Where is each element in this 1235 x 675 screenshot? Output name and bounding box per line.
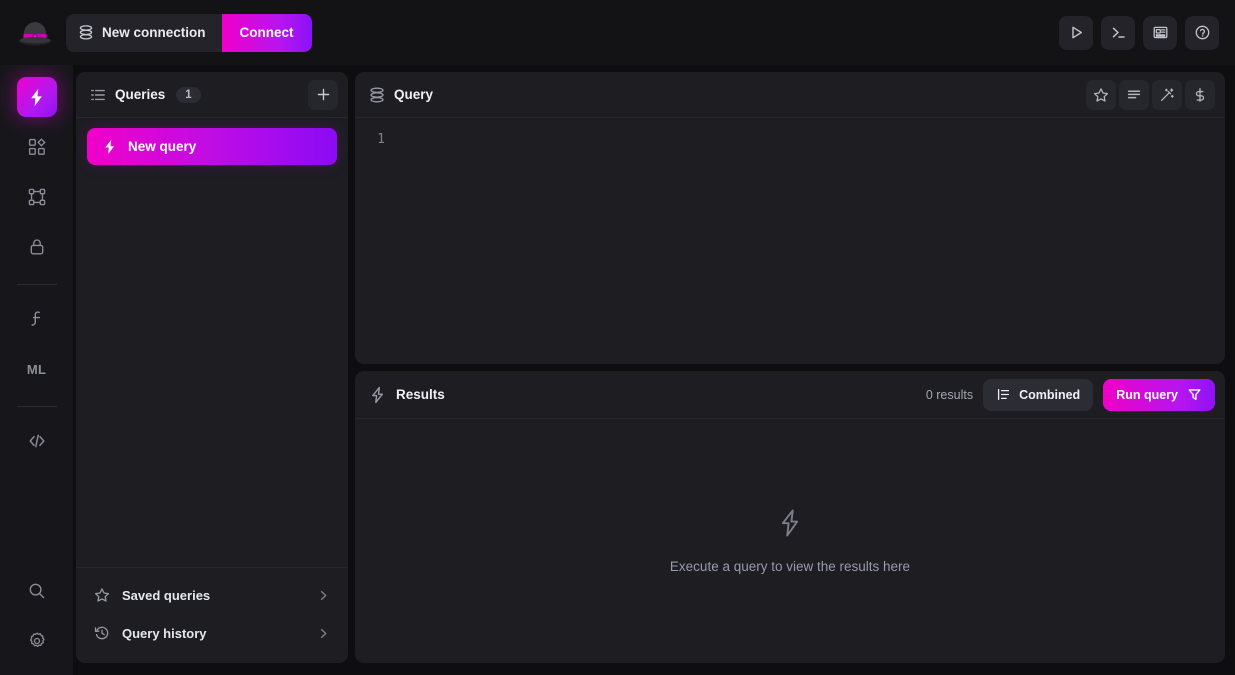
saved-queries-label: Saved queries [122, 587, 211, 603]
query-toolbar [1086, 79, 1215, 110]
queries-list: New query [76, 118, 348, 567]
format-lines-button[interactable] [1119, 79, 1149, 110]
app-body: ML Queries 1 New query Saved queries Que… [0, 65, 1235, 675]
terminal-icon[interactable] [1101, 15, 1135, 50]
bowler-hat-logo[interactable] [12, 11, 58, 55]
editor-line-number: 1 [377, 132, 385, 147]
combined-button[interactable]: Combined [983, 378, 1094, 411]
help-icon[interactable] [1185, 15, 1219, 50]
sidebar-item-settings[interactable] [17, 621, 57, 661]
run-icon[interactable] [1059, 15, 1093, 50]
queries-title: Queries [115, 87, 166, 102]
query-panel-header: Query [355, 72, 1225, 118]
new-connection-button[interactable]: New connection [66, 13, 222, 52]
queries-footer: Saved queries Query history [76, 567, 348, 663]
connection-label: New connection [102, 25, 206, 40]
top-bar-actions [1059, 15, 1219, 50]
magic-wand-button[interactable] [1152, 79, 1182, 110]
query-panel: Query 1 [355, 72, 1225, 364]
run-query-label: Run query [1116, 387, 1178, 402]
database-icon [79, 25, 93, 40]
lightning-icon [777, 508, 803, 543]
rail-divider-2 [16, 406, 57, 407]
run-query-button[interactable]: Run query [1103, 378, 1215, 411]
star-icon [94, 587, 110, 603]
query-history-label: Query history [122, 625, 207, 641]
list-indent-icon [996, 387, 1011, 402]
add-query-button[interactable] [308, 79, 338, 110]
save-star-button[interactable] [1086, 79, 1116, 110]
combined-label: Combined [1019, 387, 1081, 402]
results-count: 0 results [925, 387, 974, 402]
top-bar: New connection Connect [0, 0, 1235, 65]
saved-queries-row[interactable]: Saved queries [87, 576, 337, 614]
connection-pill[interactable]: New connection Connect [66, 13, 312, 52]
main-content: Queries 1 New query Saved queries Query … [73, 65, 1235, 675]
query-history-row[interactable]: Query history [87, 614, 337, 652]
sidebar-item-functions[interactable] [17, 299, 57, 339]
results-title: Results [396, 387, 445, 402]
database-icon [369, 87, 385, 103]
lightning-icon [102, 139, 117, 155]
query-title: Query [394, 87, 434, 102]
sidebar-item-search[interactable] [17, 571, 57, 611]
chevron-right-icon [317, 627, 330, 640]
list-icon [90, 87, 106, 103]
lightning-icon [369, 386, 386, 404]
results-panel: Results 0 results Combined Run query Exe… [355, 371, 1225, 663]
sidebar-item-dashboards[interactable] [17, 127, 57, 167]
rail-divider-1 [16, 284, 57, 285]
cost-button[interactable] [1185, 79, 1215, 110]
sidebar-item-code[interactable] [17, 421, 57, 461]
results-panel-header: Results 0 results Combined Run query [355, 371, 1225, 419]
sidebar-item-ml[interactable]: ML [17, 349, 57, 389]
queries-panel-header: Queries 1 [76, 72, 348, 118]
connect-button[interactable]: Connect [221, 13, 312, 52]
list-item[interactable]: New query [87, 128, 337, 165]
right-column: Query 1 Results 0 results Combined Run q… [355, 72, 1225, 663]
queries-count-badge: 1 [176, 86, 201, 103]
editor-code[interactable] [393, 130, 1225, 364]
list-item-label: New query [128, 139, 197, 154]
chevron-right-icon [317, 589, 330, 602]
query-editor[interactable]: 1 [355, 118, 1225, 364]
sidebar-item-query[interactable] [16, 77, 57, 117]
results-empty-state: Execute a query to view the results here [355, 419, 1225, 663]
news-icon[interactable] [1143, 15, 1177, 50]
history-icon [94, 625, 110, 641]
sidebar-item-security[interactable] [17, 227, 57, 267]
queries-panel: Queries 1 New query Saved queries Query … [76, 72, 348, 663]
results-empty-text: Execute a query to view the results here [669, 559, 911, 574]
funnel-icon [1187, 387, 1202, 402]
left-rail: ML [0, 65, 73, 675]
sidebar-item-graph[interactable] [17, 177, 57, 217]
